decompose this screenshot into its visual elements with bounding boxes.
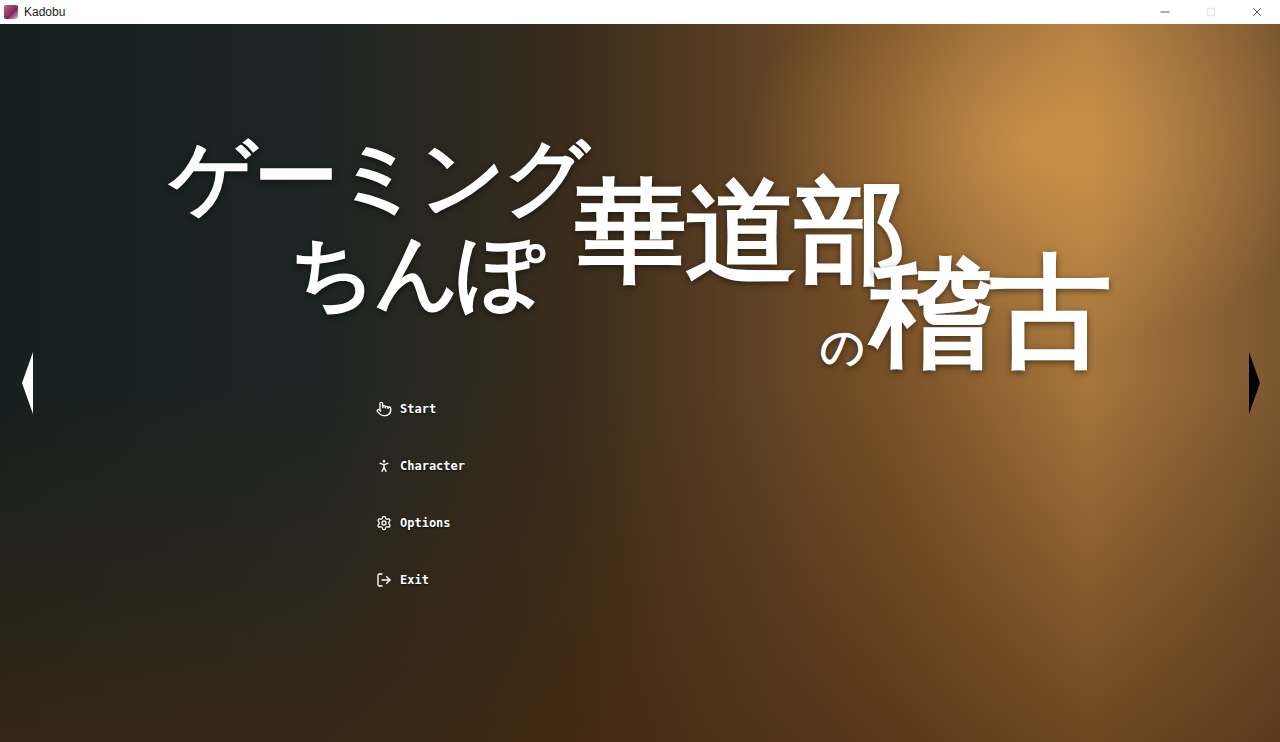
app-icon [4, 5, 18, 19]
minimize-icon [1158, 5, 1172, 19]
close-icon [1250, 5, 1264, 19]
logo-text: 稽古 [870, 250, 1110, 372]
title-screen: ゲーミングちんぽ華道部の稽古 Start Character Options Exit [0, 24, 1280, 742]
start-icon [376, 401, 392, 417]
menu-item[interactable]: Start [376, 399, 1280, 419]
logo-text: 華道部 [575, 175, 905, 287]
logo-text: ゲーミング [170, 135, 588, 219]
logo-text: の [820, 325, 863, 369]
right-arrow-icon[interactable] [1249, 352, 1260, 414]
app-window: Kadobu ゲーミングちんぽ華道部の稽古 Start Character Option… [0, 0, 1280, 742]
close-button[interactable] [1234, 0, 1280, 24]
character-icon [376, 458, 392, 474]
window-title: Kadobu [24, 5, 1142, 19]
main-menu: Start Character Options Exit [376, 399, 1280, 590]
exit-icon [376, 572, 392, 588]
title-bar: Kadobu [0, 0, 1280, 24]
options-icon [376, 515, 392, 531]
maximize-button [1188, 0, 1234, 24]
window-controls [1142, 0, 1280, 24]
left-arrow-icon[interactable] [22, 352, 33, 414]
title-content: ゲーミングちんぽ華道部の稽古 Start Character Options Exit [0, 24, 1280, 590]
menu-item[interactable]: Options [376, 513, 1280, 533]
menu-item[interactable]: Exit [376, 570, 1280, 590]
logo-text: ちんぽ [290, 230, 542, 314]
maximize-icon [1206, 7, 1216, 17]
game-logo: ゲーミングちんぽ華道部の稽古 [170, 135, 1120, 385]
menu-item[interactable]: Character [376, 456, 1280, 476]
minimize-button[interactable] [1142, 0, 1188, 24]
